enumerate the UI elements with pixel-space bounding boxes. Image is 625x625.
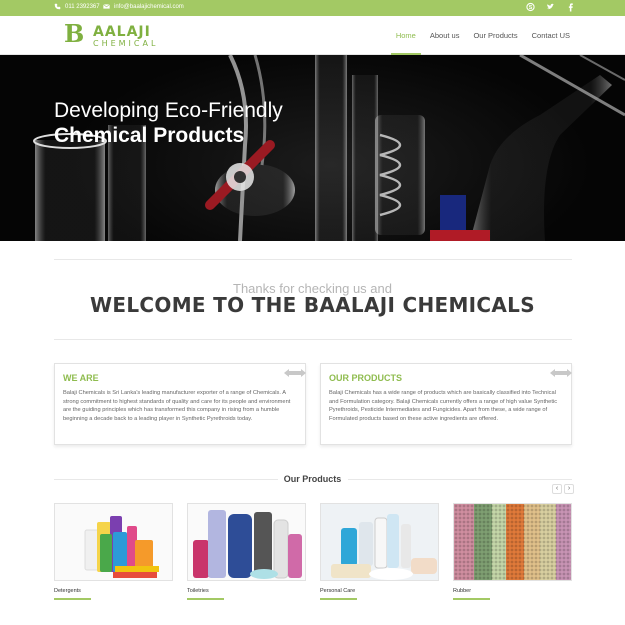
we-are-title: WE ARE	[63, 373, 99, 383]
product-image-toiletries	[187, 503, 306, 581]
phone-icon	[54, 3, 61, 10]
divider	[54, 259, 572, 260]
top-bar: 011 2392367 info@baalajichemical.com S	[0, 0, 625, 16]
carousel-next-button[interactable]: ›	[564, 484, 574, 494]
welcome-title: WELCOME TO THE BAALAJI CHEMICALS	[90, 293, 535, 317]
product-label-toiletries: Toiletries	[187, 588, 209, 594]
skype-icon[interactable]: S	[526, 2, 535, 12]
product-underline	[187, 598, 224, 600]
product-card-toiletries[interactable]: Toiletries	[187, 503, 306, 600]
logo-word: AALAJI	[93, 24, 151, 40]
phone-contact[interactable]: 011 2392367	[54, 3, 100, 10]
our-products-text: Balaji Chemicals has a wide range of pro…	[329, 390, 558, 422]
envelope-icon	[103, 4, 110, 9]
double-arrow-icon	[284, 369, 306, 377]
we-are-box: WE ARE Balaji Chemicals is Sri Lanka's l…	[54, 363, 306, 445]
email-contact[interactable]: info@baalajichemical.com	[103, 3, 184, 10]
carousel-prev-button[interactable]: ‹	[552, 484, 562, 494]
we-are-text: Balaji Chemicals is Sri Lanka's leading …	[63, 390, 291, 422]
double-arrow-icon	[550, 369, 572, 377]
product-underline	[320, 598, 357, 600]
our-products-box: OUR PRODUCTS Balaji Chemicals has a wide…	[320, 363, 572, 445]
email-address: info@baalajichemical.com	[114, 3, 184, 10]
product-image-detergents	[54, 503, 173, 581]
logo[interactable]: B AALAJI CHEMICAL	[64, 19, 160, 50]
nav-our-products[interactable]: Our Products	[466, 31, 524, 41]
social-links: S	[526, 2, 575, 12]
product-card-personal-care[interactable]: Personal Care	[320, 503, 439, 600]
our-products-title: OUR PRODUCTS	[329, 373, 403, 383]
page: 011 2392367 info@baalajichemical.com S B…	[0, 0, 625, 625]
twitter-icon[interactable]	[546, 2, 555, 12]
product-label-detergents: Detergents	[54, 588, 81, 594]
hero-headline-line2: Chemical Products	[54, 124, 245, 147]
hero-banner: Developing Eco-Friendly Chemical Product…	[0, 55, 625, 241]
product-image-personal-care	[320, 503, 439, 581]
main-nav: Home About us Our Products Contact US	[389, 31, 577, 55]
product-underline	[54, 598, 91, 600]
site-header: B AALAJI CHEMICAL Home About us Our Prod…	[0, 16, 625, 55]
logo-initial: B	[64, 19, 86, 48]
hero-headline-line1: Developing Eco-Friendly	[54, 99, 283, 122]
product-label-rubber: Rubber	[453, 588, 472, 594]
nav-home[interactable]: Home	[389, 31, 423, 55]
divider	[348, 479, 572, 480]
product-image-rubber	[453, 503, 572, 581]
facebook-icon[interactable]	[566, 2, 575, 12]
product-underline	[453, 598, 490, 600]
logo-subtitle: CHEMICAL	[93, 39, 159, 48]
product-card-rubber[interactable]: Rubber	[453, 503, 572, 600]
phone-number: 011 2392367	[65, 3, 100, 10]
hero-glassware-image	[0, 55, 625, 241]
product-card-detergents[interactable]: Detergents	[54, 503, 173, 600]
nav-about-us[interactable]: About us	[423, 31, 467, 41]
nav-contact-us[interactable]: Contact US	[525, 31, 577, 41]
divider	[54, 339, 572, 340]
svg-text:S: S	[529, 5, 533, 11]
product-label-personal-care: Personal Care	[320, 588, 356, 594]
